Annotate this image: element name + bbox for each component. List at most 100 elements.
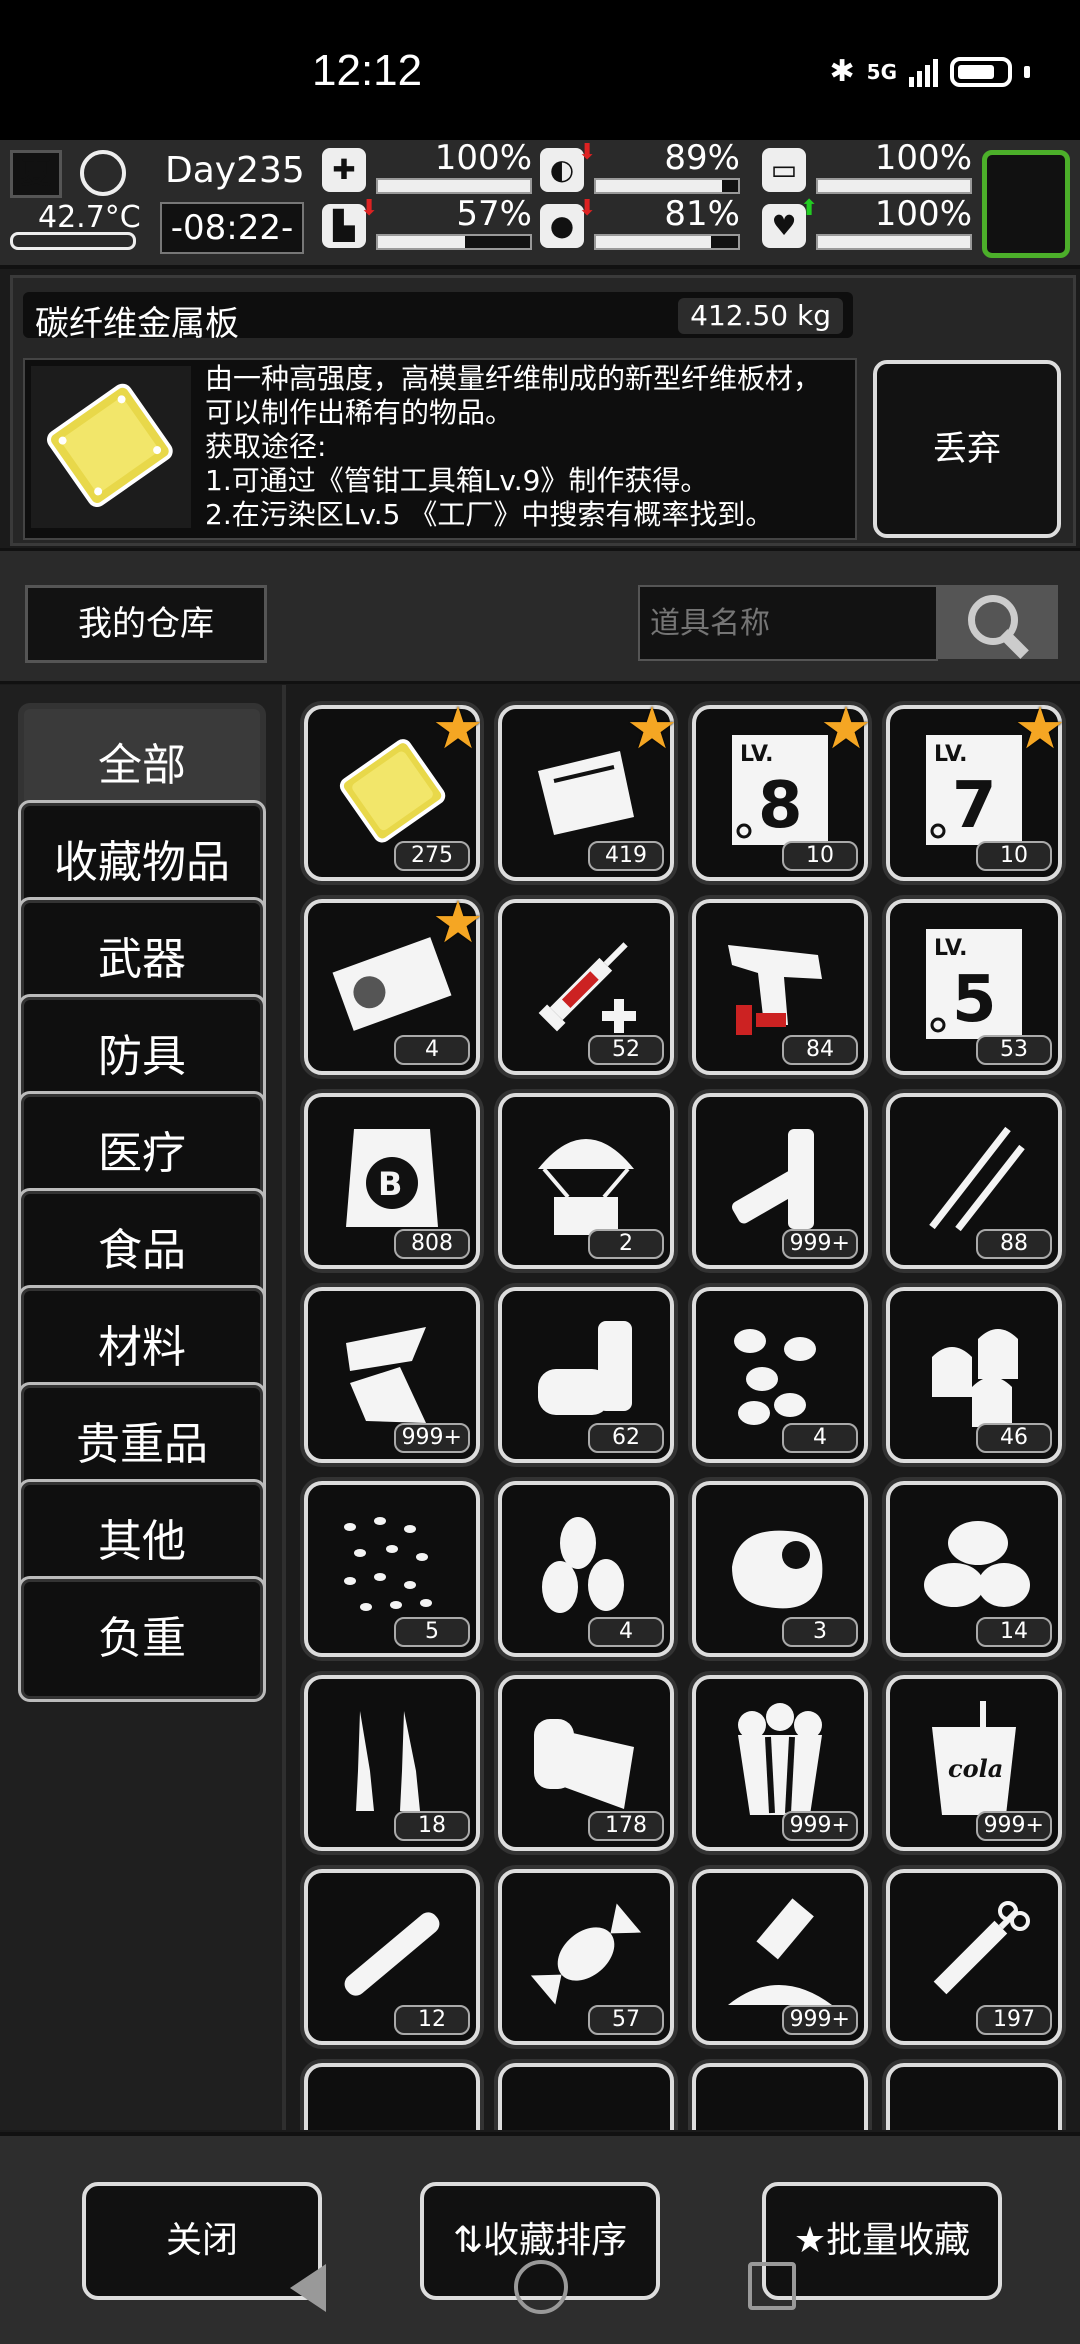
- item-count: 52: [588, 1035, 664, 1065]
- inventory-slot[interactable]: 999+: [692, 1093, 868, 1269]
- svg-text:cola: cola: [948, 1754, 1003, 1783]
- inventory-slot[interactable]: 57: [498, 1869, 674, 2045]
- item-count: 84: [782, 1035, 858, 1065]
- game-clock: -08:22-: [160, 202, 304, 254]
- inventory-slot[interactable]: 178: [498, 1675, 674, 1851]
- favorite-star-icon: ★: [432, 694, 484, 762]
- health-bar-fill: [378, 180, 530, 192]
- stamina-stat: ▙ ⬇ 57%: [322, 194, 532, 250]
- inventory-slot[interactable]: 197: [886, 1869, 1062, 2045]
- my-warehouse-tab[interactable]: 我的仓库: [25, 585, 267, 663]
- equipment-slot[interactable]: [982, 150, 1070, 258]
- season-badge: 夏: [10, 150, 62, 198]
- battery-icon: [950, 56, 1012, 87]
- inventory-slot[interactable]: 18: [304, 1675, 480, 1851]
- rice-icon: [330, 1507, 454, 1625]
- item-count: 4: [394, 1035, 470, 1065]
- almond-icon: [524, 1507, 648, 1625]
- item-count: 197: [976, 2005, 1052, 2035]
- item-count: 999+: [781, 1811, 858, 1841]
- inventory-slot[interactable]: LV. 7 10 ★: [886, 699, 1066, 881]
- inventory-slot[interactable]: 999+: [692, 1675, 868, 1851]
- item-search-box[interactable]: [638, 585, 938, 661]
- inventory-slot[interactable]: 999+: [692, 1869, 868, 2045]
- mood-stat: ♥ ⬆ 100%: [762, 194, 972, 250]
- inventory-slot[interactable]: 14: [886, 1481, 1062, 1657]
- item-search-input[interactable]: [640, 587, 936, 659]
- item-count: 999+: [781, 2005, 858, 2035]
- item-count: 5: [394, 1617, 470, 1647]
- inventory-slot[interactable]: 5: [304, 1481, 480, 1657]
- medkit-icon: ✚: [322, 148, 366, 192]
- health-stat: ✚ 100%: [322, 138, 532, 194]
- home-nav-icon[interactable]: [514, 2260, 568, 2314]
- inventory-slot[interactable]: [304, 2063, 480, 2130]
- inventory-slot[interactable]: 84: [692, 899, 868, 1075]
- hunger-bar-fill: [596, 180, 723, 192]
- item-count: 3: [782, 1617, 858, 1647]
- system-icons: ✱ 5G: [830, 54, 1030, 89]
- favorite-star-icon: ★: [820, 694, 872, 762]
- inventory-slot[interactable]: 88: [886, 1093, 1062, 1269]
- sun-icon: [80, 150, 126, 196]
- inventory-slot[interactable]: 2: [498, 1093, 674, 1269]
- coin-bag-icon: B: [330, 1119, 454, 1237]
- decrease-arrow-icon: ⬇: [578, 196, 597, 221]
- inventory-slot[interactable]: 52: [498, 899, 674, 1075]
- favorite-star-icon: ★: [626, 694, 678, 762]
- inventory-slot[interactable]: [498, 2063, 674, 2130]
- inventory-slot[interactable]: cola 999+: [886, 1675, 1062, 1851]
- inventory-slot[interactable]: 275 ★: [304, 699, 484, 881]
- inventory-slot[interactable]: [692, 2063, 868, 2130]
- inventory-slot[interactable]: 4: [692, 1287, 868, 1463]
- item-count: 808: [394, 1229, 470, 1259]
- item-count: 999+: [975, 1811, 1052, 1841]
- item-count: 18: [394, 1811, 470, 1841]
- item-count: 46: [976, 1423, 1052, 1453]
- inventory-slot[interactable]: 3: [692, 1481, 868, 1657]
- survival-hud: 夏 42.7°C Day235 -08:22- ✚ 100% ◐ ⬇ 89% ▭…: [0, 138, 1080, 269]
- recents-nav-icon[interactable]: [748, 2262, 796, 2310]
- inventory-slot[interactable]: LV. 5 53: [886, 899, 1062, 1075]
- inventory-slot[interactable]: [886, 2063, 1062, 2130]
- back-nav-icon[interactable]: [290, 2264, 326, 2312]
- coffee-bean-icon: [912, 1507, 1036, 1625]
- battery-tip: [1024, 65, 1030, 78]
- inventory-slot[interactable]: 4: [498, 1481, 674, 1657]
- item-count: 14: [976, 1617, 1052, 1647]
- item-count: 2: [588, 1229, 664, 1259]
- warehouse-toolbar: 我的仓库: [0, 548, 1080, 684]
- item-count: 10: [976, 841, 1052, 871]
- inventory-slot[interactable]: 999+: [304, 1287, 480, 1463]
- bottom-action-bar: 关闭 ⇅收藏排序 ★批量收藏: [0, 2132, 1080, 2344]
- category-load[interactable]: 负重: [18, 1576, 266, 1702]
- item-count: 62: [588, 1423, 664, 1453]
- battery-icon: [718, 1119, 842, 1237]
- inventory-slot[interactable]: 12: [304, 1869, 480, 2045]
- inventory-slot[interactable]: 419 ★: [498, 699, 678, 881]
- thirst-value: 81%: [664, 194, 740, 234]
- inventory-slot[interactable]: 46: [886, 1287, 1062, 1463]
- bladder-value: 100%: [874, 138, 972, 178]
- lockpick-icon: [912, 1119, 1036, 1237]
- inventory-slot[interactable]: B 808: [304, 1093, 480, 1269]
- item-count: 53: [976, 1035, 1052, 1065]
- search-button[interactable]: [936, 585, 1058, 659]
- svg-text:8: 8: [758, 769, 803, 843]
- status-bar: 12:12 ✱ 5G: [0, 0, 1080, 140]
- inventory-slot[interactable]: 62: [498, 1287, 674, 1463]
- stamina-bar-fill: [378, 236, 465, 248]
- airdrop-icon: [524, 1119, 648, 1237]
- network-label: 5G: [866, 59, 897, 84]
- search-icon-handle: [999, 629, 1029, 659]
- item-name: 碳纤维金属板: [35, 304, 239, 344]
- seeds-icon: [718, 1313, 842, 1431]
- item-count: 88: [976, 1229, 1052, 1259]
- inventory-slot[interactable]: LV. 8 10 ★: [692, 699, 872, 881]
- hunger-value: 89%: [664, 138, 740, 178]
- discard-button[interactable]: 丢弃: [873, 360, 1061, 538]
- system-clock: 12:12: [312, 46, 423, 95]
- bluetooth-icon: ✱: [829, 54, 855, 89]
- inventory-slot[interactable]: 4 ★: [304, 893, 484, 1075]
- health-value: 100%: [434, 138, 532, 178]
